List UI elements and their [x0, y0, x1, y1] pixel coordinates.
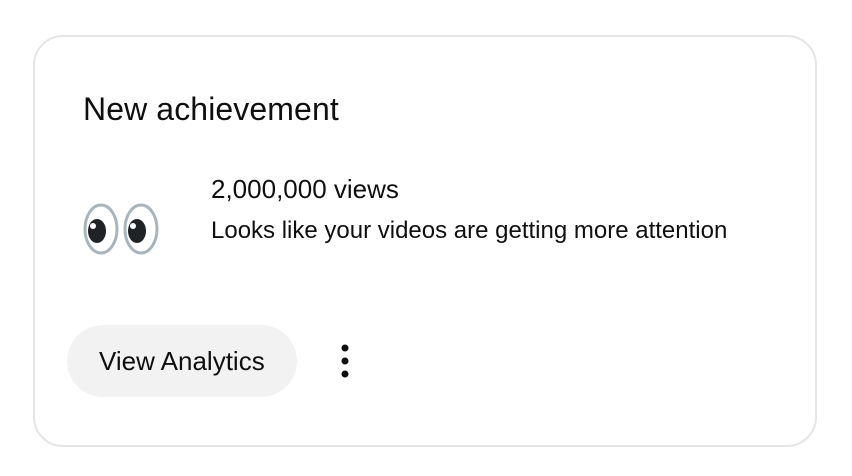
- view-analytics-button[interactable]: View Analytics: [67, 325, 297, 397]
- vertical-ellipsis-icon: [341, 344, 349, 378]
- achievement-headline: 2,000,000 views: [211, 174, 399, 204]
- eyes-icon: [83, 197, 163, 261]
- more-options-button[interactable]: [329, 337, 361, 385]
- achievement-description: Looks like your videos are getting more …: [211, 217, 728, 244]
- achievement-content: 2,000,000 views Looks like your videos a…: [211, 171, 731, 251]
- card-actions: View Analytics: [67, 325, 361, 397]
- card-title: New achievement: [83, 91, 339, 127]
- achievement-card: New achievement 2,000,000 views Looks li…: [33, 35, 817, 447]
